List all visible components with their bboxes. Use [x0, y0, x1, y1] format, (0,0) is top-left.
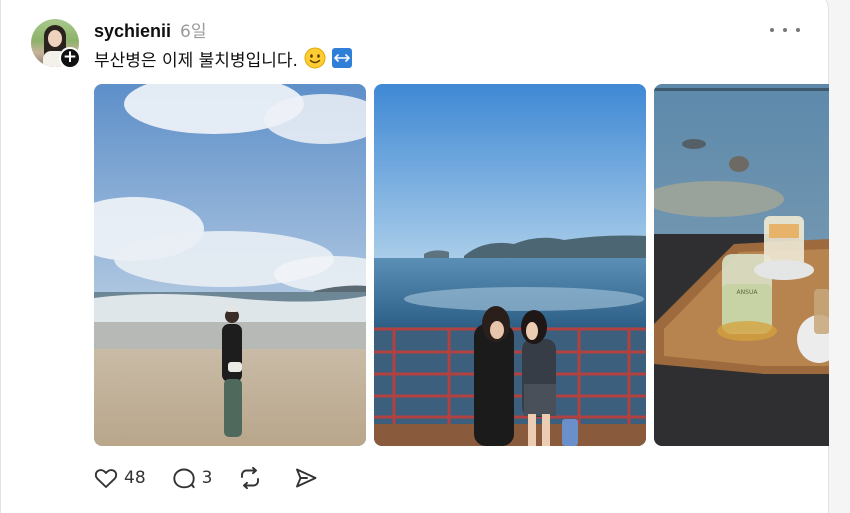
heart-icon — [94, 469, 118, 488]
ocean-terrace-photo[interactable] — [374, 84, 646, 446]
repost-button[interactable] — [238, 467, 268, 489]
more-dot-icon — [783, 28, 787, 32]
comment-button[interactable]: 3 — [172, 467, 213, 489]
slightly-smiling-face-icon — [304, 47, 326, 69]
comment-bubble-icon — [172, 468, 195, 489]
post-header: sychienii 6일 — [94, 17, 207, 42]
cup-label: ANSUA — [737, 289, 759, 296]
more-options-button[interactable] — [770, 20, 800, 40]
like-count: 48 — [124, 468, 146, 488]
more-dot-icon — [796, 28, 800, 32]
post-actions: 48 3 — [94, 464, 350, 492]
more-dot-icon — [770, 28, 774, 32]
photo-carousel[interactable]: ANSUA — [94, 84, 829, 446]
send-icon — [296, 468, 317, 488]
profile-avatar-wrapper[interactable]: + — [31, 19, 81, 69]
repost-icon — [241, 467, 260, 489]
like-button[interactable]: 48 — [94, 467, 146, 489]
username-link[interactable]: sychienii — [94, 21, 171, 42]
caption-text: 부산병은 이제 불치병입니다. — [94, 50, 298, 71]
beach-photo[interactable] — [94, 84, 366, 446]
left-right-arrow-icon — [331, 48, 352, 68]
share-button[interactable] — [294, 467, 324, 489]
post-timestamp: 6일 — [180, 22, 207, 42]
post-caption: 부산병은 이제 불치병입니다. — [94, 45, 352, 71]
cafe-drinks-photo[interactable]: ANSUA — [654, 84, 829, 446]
follow-plus-button[interactable]: + — [59, 47, 81, 69]
comment-count: 3 — [201, 468, 213, 488]
